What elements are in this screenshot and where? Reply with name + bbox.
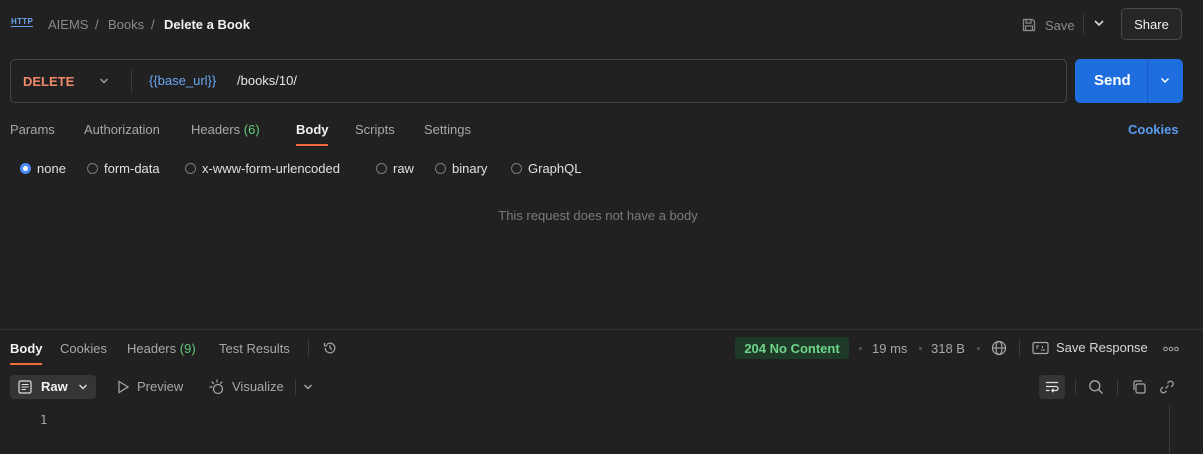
save-response-label: Save Response [1056, 340, 1148, 355]
separator-dot [919, 347, 922, 350]
radio-label: none [37, 161, 66, 176]
tab-headers[interactable]: Headers (6) [191, 122, 260, 137]
pane-divider[interactable] [0, 329, 1203, 330]
radio-label: GraphQL [528, 161, 582, 176]
history-icon[interactable] [322, 340, 338, 356]
radio-label: x-www-form-urlencoded [202, 161, 340, 176]
chevron-down-icon[interactable] [1092, 15, 1106, 31]
globe-icon[interactable] [991, 340, 1007, 356]
radio-graphql[interactable]: GraphQL [511, 161, 581, 176]
top-bar: HTTP AIEMS / Books / Delete a Book Save … [0, 0, 1203, 48]
separator-dot [977, 347, 980, 350]
cookies-link[interactable]: Cookies [1128, 122, 1179, 137]
tab-params[interactable]: Params [10, 122, 55, 137]
save-button[interactable]: Save [1021, 15, 1075, 35]
breadcrumb-separator: / [95, 17, 99, 32]
preview-button[interactable]: Preview [137, 379, 183, 394]
response-size[interactable]: 318 B [931, 341, 965, 356]
search-icon[interactable] [1088, 379, 1104, 395]
wrap-icon [1046, 381, 1059, 393]
visualize-button[interactable]: Visualize [232, 379, 284, 394]
http-icon: HTTP [11, 17, 34, 27]
tab-scripts[interactable]: Scripts [355, 122, 395, 137]
radio-icon [435, 163, 446, 174]
url-bar: DELETE {{base_url}} /books/10/ [10, 59, 1067, 103]
radio-label: raw [393, 161, 414, 176]
response-time[interactable]: 19 ms [872, 341, 907, 356]
radio-raw[interactable]: raw [376, 161, 414, 176]
save-response-icon [1032, 341, 1049, 354]
radio-label: binary [452, 161, 488, 176]
url-input[interactable]: /books/10/ [237, 73, 297, 88]
response-tab-cookies[interactable]: Cookies [60, 341, 107, 356]
link-icon[interactable] [1159, 379, 1175, 395]
radio-icon [376, 163, 387, 174]
radio-none[interactable]: none [20, 161, 66, 176]
response-headers-count: (9) [179, 341, 196, 356]
radio-icon [185, 163, 196, 174]
word-wrap-button[interactable] [1039, 375, 1065, 399]
divider [1083, 14, 1084, 34]
divider [1147, 59, 1148, 103]
divider [295, 379, 296, 395]
save-response-button[interactable]: Save Response [1032, 340, 1148, 355]
chevron-down-icon[interactable] [98, 74, 110, 88]
raw-format-icon [18, 380, 32, 394]
active-tab-indicator [10, 363, 42, 365]
response-tab-test-results[interactable]: Test Results [219, 341, 290, 356]
divider [1019, 339, 1020, 357]
divider [1075, 379, 1076, 395]
copy-icon[interactable] [1131, 379, 1147, 395]
active-tab-indicator [296, 144, 328, 146]
tab-settings[interactable]: Settings [424, 122, 471, 137]
response-tab-body[interactable]: Body [10, 341, 43, 356]
divider [308, 339, 309, 357]
chevron-down-icon[interactable] [302, 380, 314, 394]
send-label: Send [1094, 72, 1131, 89]
save-label: Save [1045, 17, 1075, 33]
method-select[interactable]: DELETE [23, 74, 74, 89]
breadcrumb-books[interactable]: Books [108, 17, 144, 32]
empty-body-message: This request does not have a body [498, 208, 698, 223]
radio-icon [511, 163, 522, 174]
radio-label: form-data [104, 161, 160, 176]
editor-scrollbar[interactable] [1169, 405, 1170, 454]
chevron-down-icon [79, 384, 87, 390]
radio-icon [87, 163, 98, 174]
headers-count: (6) [243, 122, 260, 137]
tab-body[interactable]: Body [296, 122, 329, 137]
play-icon [118, 380, 129, 394]
line-number: 1 [40, 413, 48, 427]
request-title[interactable]: Delete a Book [164, 17, 250, 32]
tab-authorization[interactable]: Authorization [84, 122, 160, 137]
breadcrumb-separator: / [151, 17, 155, 32]
more-options-icon[interactable] [1163, 346, 1179, 352]
status-badge[interactable]: 204 No Content [735, 337, 849, 359]
send-button[interactable]: Send [1075, 59, 1183, 103]
save-icon [1022, 18, 1036, 32]
response-tab-headers[interactable]: Headers (9) [127, 341, 196, 356]
radio-binary[interactable]: binary [435, 161, 487, 176]
radio-form-data[interactable]: form-data [87, 161, 160, 176]
divider [131, 69, 132, 93]
breadcrumb-aiems[interactable]: AIEMS [48, 17, 88, 32]
chevron-down-icon[interactable] [1158, 73, 1172, 87]
format-select[interactable]: Raw [10, 375, 96, 399]
url-variable[interactable]: {{base_url}} [149, 73, 216, 88]
radio-selected-icon [20, 163, 31, 174]
format-label: Raw [41, 379, 68, 394]
visualize-icon [209, 379, 224, 395]
radio-x-www-form-urlencoded[interactable]: x-www-form-urlencoded [185, 161, 340, 176]
response-tab-headers-label: Headers [127, 341, 177, 356]
share-button[interactable]: Share [1121, 8, 1182, 40]
tab-headers-label: Headers [191, 122, 241, 137]
separator-dot [859, 347, 862, 350]
divider [1117, 379, 1118, 395]
